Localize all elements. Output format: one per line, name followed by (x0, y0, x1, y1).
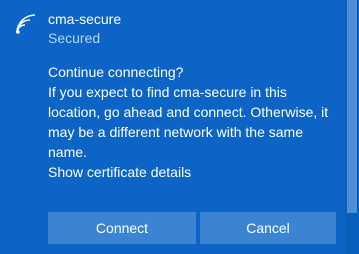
network-name: cma-secure (48, 11, 122, 27)
network-status: Secured (48, 30, 101, 46)
connect-button[interactable]: Connect (48, 212, 196, 244)
message-line: If you expect to find cma-secure in this (48, 84, 287, 100)
message-line: Continue connecting? (48, 64, 184, 80)
message-line: name. (48, 144, 87, 160)
wifi-signal-icon (14, 12, 38, 36)
message-line: may be a different network with the same (48, 124, 303, 140)
show-certificate-details-link[interactable]: Show certificate details (48, 162, 191, 182)
connection-warning-message: Continue connecting? If you expect to fi… (48, 62, 340, 162)
message-line: location, go ahead and connect. Otherwis… (48, 104, 329, 120)
cancel-button[interactable]: Cancel (200, 212, 336, 244)
scrollbar-thumb[interactable] (347, 0, 357, 213)
wifi-connection-panel: cma-secure Secured Continue connecting? … (0, 0, 345, 254)
